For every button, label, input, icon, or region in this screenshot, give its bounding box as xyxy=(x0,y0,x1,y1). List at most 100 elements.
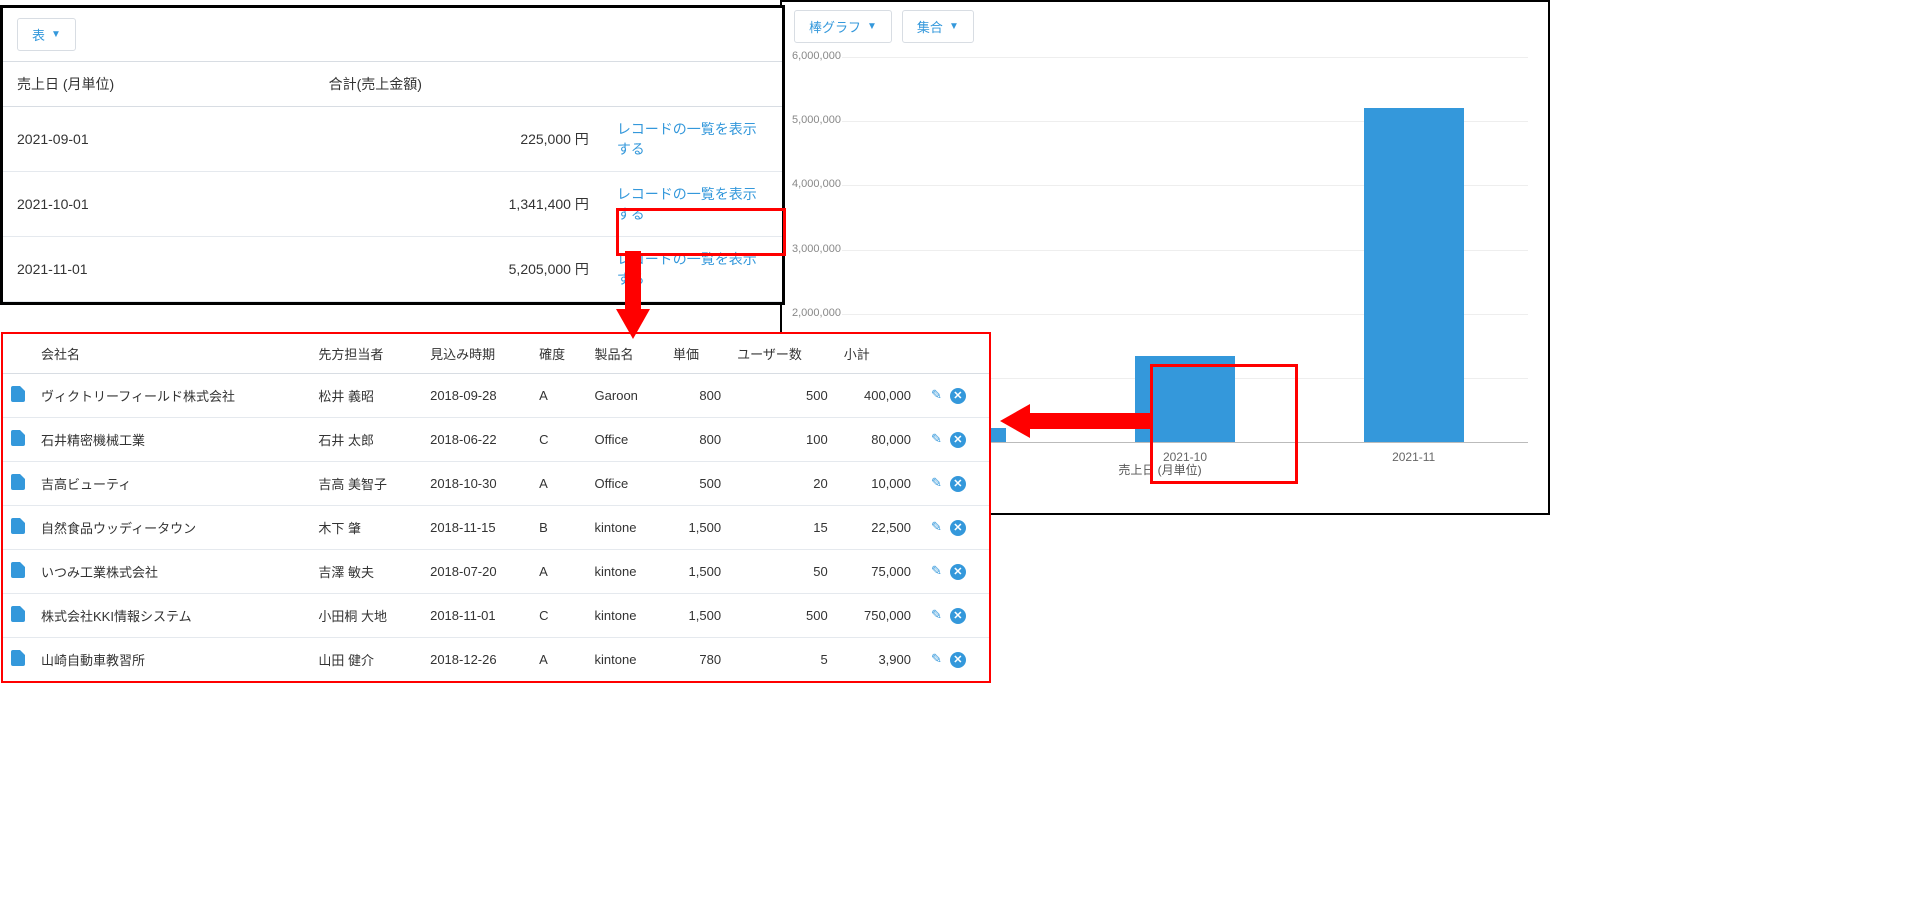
cell-product: kintone xyxy=(587,594,665,638)
cell-product: Office xyxy=(587,418,665,462)
show-records-link[interactable]: レコードの一覧を表示する xyxy=(617,121,757,157)
summary-date: 2021-10-01 xyxy=(3,172,315,237)
cell-contact: 松井 義昭 xyxy=(310,374,422,418)
chart-type-dropdown[interactable]: 棒グラフ ▼ xyxy=(794,10,892,43)
view-type-dropdown[interactable]: 表 ▼ xyxy=(17,18,76,51)
chart-bar[interactable]: 2021-11 xyxy=(1364,108,1464,442)
edit-icon[interactable]: ✎ xyxy=(931,563,942,578)
cell-forecast: 2018-11-01 xyxy=(422,594,531,638)
delete-icon[interactable]: ✕ xyxy=(950,564,966,580)
cell-users: 50 xyxy=(729,550,836,594)
chevron-down-icon: ▼ xyxy=(51,29,61,40)
col-forecast: 見込み時期 xyxy=(422,334,531,374)
record-icon[interactable] xyxy=(11,562,25,578)
cell-price: 1,500 xyxy=(665,594,729,638)
cell-users: 100 xyxy=(729,418,836,462)
summary-date: 2021-11-01 xyxy=(3,237,315,302)
delete-icon[interactable]: ✕ xyxy=(950,608,966,624)
edit-icon[interactable]: ✎ xyxy=(931,475,942,490)
edit-icon[interactable]: ✎ xyxy=(931,387,942,402)
summary-row: 2021-09-01225,000 円レコードの一覧を表示する xyxy=(3,107,782,172)
cell-confidence: B xyxy=(531,506,586,550)
y-tick-label: 4,000,000 xyxy=(792,178,837,190)
cell-users: 15 xyxy=(729,506,836,550)
cell-subtotal: 22,500 xyxy=(836,506,919,550)
cell-product: kintone xyxy=(587,638,665,682)
cell-company: 吉高ビューティ xyxy=(33,462,310,506)
col-users: ユーザー数 xyxy=(729,334,836,374)
arrow-down-icon xyxy=(616,251,650,341)
cell-forecast: 2018-09-28 xyxy=(422,374,531,418)
record-icon[interactable] xyxy=(11,474,25,490)
summary-row: 2021-10-011,341,400 円レコードの一覧を表示する xyxy=(3,172,782,237)
delete-icon[interactable]: ✕ xyxy=(950,476,966,492)
view-type-label: 表 xyxy=(32,25,45,44)
chevron-down-icon: ▼ xyxy=(867,21,877,32)
arrow-left-icon xyxy=(1000,404,1150,438)
cell-subtotal: 10,000 xyxy=(836,462,919,506)
summary-total: 5,205,000 円 xyxy=(315,237,603,302)
summary-total: 225,000 円 xyxy=(315,107,603,172)
cell-confidence: C xyxy=(531,594,586,638)
col-contact: 先方担当者 xyxy=(310,334,422,374)
record-icon[interactable] xyxy=(11,518,25,534)
col-company: 会社名 xyxy=(33,334,310,374)
cell-product: Garoon xyxy=(587,374,665,418)
cell-price: 1,500 xyxy=(665,506,729,550)
detail-header-row: 会社名 先方担当者 見込み時期 確度 製品名 単価 ユーザー数 小計 xyxy=(3,334,989,374)
table-row: 株式会社KKI情報システム小田桐 大地2018-11-01Ckintone1,5… xyxy=(3,594,989,638)
delete-icon[interactable]: ✕ xyxy=(950,520,966,536)
table-row: 山崎自動車教習所山田 健介2018-12-26Akintone78053,900… xyxy=(3,638,989,682)
col-confidence: 確度 xyxy=(531,334,586,374)
delete-icon[interactable]: ✕ xyxy=(950,432,966,448)
edit-icon[interactable]: ✎ xyxy=(931,651,942,666)
delete-icon[interactable]: ✕ xyxy=(950,652,966,668)
chart-toolbar: 棒グラフ ▼ 集合 ▼ xyxy=(782,2,1548,51)
show-records-link[interactable]: レコードの一覧を表示する xyxy=(617,186,757,222)
cell-subtotal: 400,000 xyxy=(836,374,919,418)
cell-forecast: 2018-10-30 xyxy=(422,462,531,506)
cell-product: kintone xyxy=(587,550,665,594)
summary-table: 売上日 (月単位) 合計(売上金額) 2021-09-01225,000 円レコ… xyxy=(3,61,782,302)
cell-price: 780 xyxy=(665,638,729,682)
summary-header-date: 売上日 (月単位) xyxy=(3,62,315,107)
summary-panel: 表 ▼ 売上日 (月単位) 合計(売上金額) 2021-09-01225,000… xyxy=(0,5,785,305)
y-gridline: 6,000,000 xyxy=(842,57,1528,58)
chevron-down-icon: ▼ xyxy=(949,21,959,32)
delete-icon[interactable]: ✕ xyxy=(950,388,966,404)
summary-date: 2021-09-01 xyxy=(3,107,315,172)
cell-confidence: C xyxy=(531,418,586,462)
cell-forecast: 2018-12-26 xyxy=(422,638,531,682)
detail-panel: 会社名 先方担当者 見込み時期 確度 製品名 単価 ユーザー数 小計 ヴィクトリ… xyxy=(1,332,991,683)
aggregation-dropdown[interactable]: 集合 ▼ xyxy=(902,10,974,43)
cell-confidence: A xyxy=(531,638,586,682)
record-icon[interactable] xyxy=(11,650,25,666)
table-row: 石井精密機械工業石井 太郎2018-06-22COffice80010080,0… xyxy=(3,418,989,462)
cell-company: いつみ工業株式会社 xyxy=(33,550,310,594)
cell-company: 石井精密機械工業 xyxy=(33,418,310,462)
cell-price: 800 xyxy=(665,374,729,418)
aggregation-label: 集合 xyxy=(917,17,943,36)
cell-contact: 木下 肇 xyxy=(310,506,422,550)
cell-users: 500 xyxy=(729,594,836,638)
detail-table: 会社名 先方担当者 見込み時期 確度 製品名 単価 ユーザー数 小計 ヴィクトリ… xyxy=(3,334,989,681)
edit-icon[interactable]: ✎ xyxy=(931,519,942,534)
record-icon[interactable] xyxy=(11,386,25,402)
chart-type-label: 棒グラフ xyxy=(809,17,861,36)
y-tick-label: 3,000,000 xyxy=(792,243,837,255)
summary-toolbar: 表 ▼ xyxy=(3,8,782,61)
cell-product: Office xyxy=(587,462,665,506)
cell-subtotal: 80,000 xyxy=(836,418,919,462)
cell-contact: 小田桐 大地 xyxy=(310,594,422,638)
edit-icon[interactable]: ✎ xyxy=(931,431,942,446)
y-tick-label: 5,000,000 xyxy=(792,114,837,126)
record-icon[interactable] xyxy=(11,430,25,446)
cell-contact: 石井 太郎 xyxy=(310,418,422,462)
record-icon[interactable] xyxy=(11,606,25,622)
cell-company: ヴィクトリーフィールド株式会社 xyxy=(33,374,310,418)
summary-header-action xyxy=(603,62,782,107)
cell-subtotal: 3,900 xyxy=(836,638,919,682)
cell-contact: 吉高 美智子 xyxy=(310,462,422,506)
edit-icon[interactable]: ✎ xyxy=(931,607,942,622)
cell-subtotal: 75,000 xyxy=(836,550,919,594)
